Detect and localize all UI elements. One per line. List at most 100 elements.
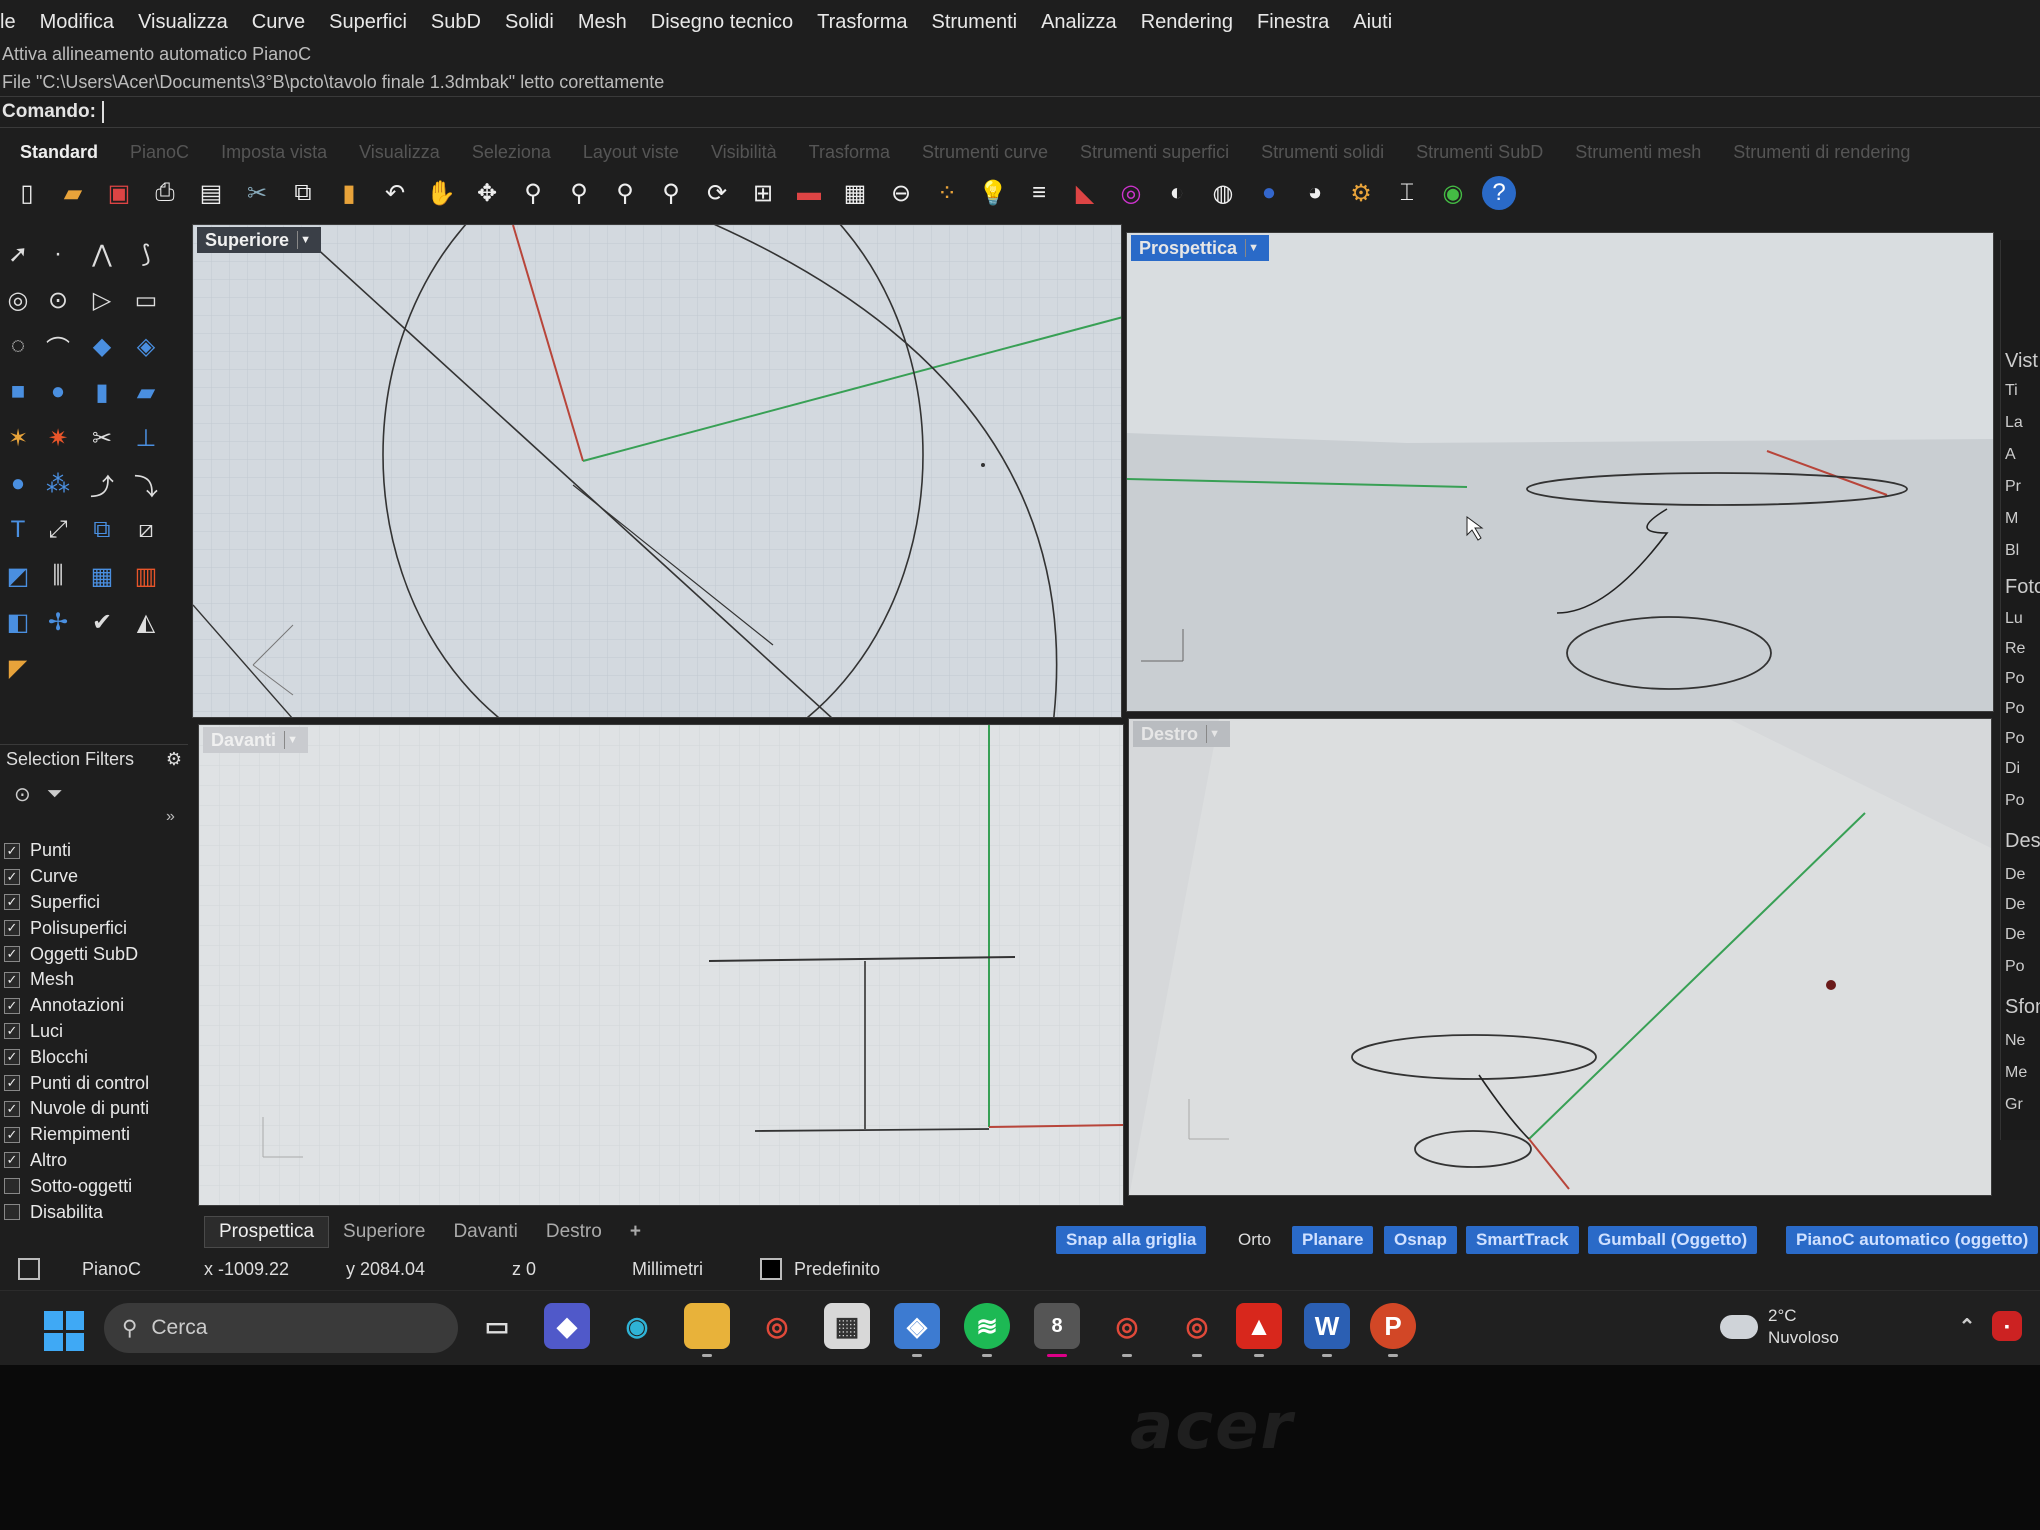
filter-item[interactable]: Sotto-oggetti	[4, 1173, 188, 1199]
tab-strumenti-rendering[interactable]: Strumenti di rendering	[1733, 142, 1910, 163]
save-icon[interactable]: ▣	[102, 176, 136, 210]
tray-app-icon[interactable]: ▪	[1992, 1311, 2022, 1341]
checkbox[interactable]: ✓	[4, 1152, 20, 1169]
print-icon[interactable]: ⎙	[148, 176, 182, 210]
checkbox[interactable]	[4, 1204, 20, 1221]
tab-prospettica[interactable]: Prospettica	[204, 1216, 330, 1248]
weather-widget[interactable]: 2°C Nuvoloso	[1720, 1305, 1839, 1349]
tab-layout-viste[interactable]: Layout viste	[583, 142, 679, 163]
tab-superiore[interactable]: Superiore	[329, 1216, 439, 1248]
car-icon[interactable]: ▬	[792, 176, 826, 210]
color-wheel-icon[interactable]: ◎	[1114, 176, 1148, 210]
menu-modifica[interactable]: Modifica	[40, 11, 114, 34]
filter-icon[interactable]: ⏷	[47, 783, 63, 806]
filter-item[interactable]: ✓ Superfici	[4, 890, 188, 916]
cut-icon[interactable]: ✂	[240, 176, 274, 210]
menu-analizza[interactable]: Analizza	[1041, 11, 1117, 34]
target-icon[interactable]: ⊙	[14, 782, 31, 807]
rotate-camera-icon[interactable]: ⟳	[700, 176, 734, 210]
four-viewports-icon[interactable]: ⊞	[746, 176, 780, 210]
menu-rendering[interactable]: Rendering	[1141, 11, 1233, 34]
plugin-icon[interactable]: ◉	[1436, 176, 1470, 210]
mesh-sphere-icon[interactable]: ◍	[1206, 176, 1240, 210]
chevron-up-icon[interactable]: ⌃	[1944, 1303, 1990, 1349]
chevron-down-icon[interactable]: ▼	[297, 231, 313, 249]
checkbox[interactable]: ✓	[4, 946, 20, 963]
new-icon[interactable]: ▯	[10, 176, 44, 210]
filter-item[interactable]: ✓ Punti	[4, 838, 188, 864]
open-icon[interactable]: ▰	[56, 176, 90, 210]
checkbox[interactable]: ✓	[4, 842, 20, 859]
store-icon[interactable]: ▦	[824, 1303, 870, 1349]
select-arrow-icon[interactable]: ➚	[0, 236, 36, 272]
filter-item[interactable]: ✓ Oggetti SubD	[4, 941, 188, 967]
zoom-icon[interactable]: ⚲	[516, 176, 550, 210]
split-icon[interactable]: ⊥	[128, 420, 164, 456]
filter-item[interactable]: ✓ Luci	[4, 1019, 188, 1045]
chevron-down-icon[interactable]: ▼	[284, 731, 300, 749]
dimension-icon[interactable]: ⌶	[1390, 176, 1424, 210]
layer-icon[interactable]: ≡	[1022, 176, 1056, 210]
chevron-down-icon[interactable]: ▼	[1245, 239, 1261, 257]
spotify-icon[interactable]: ≋	[964, 1303, 1010, 1357]
viewport-top-title[interactable]: Superiore ▼	[197, 227, 322, 253]
text-icon[interactable]: T	[0, 512, 36, 548]
add-tab-button[interactable]: +	[616, 1216, 655, 1248]
zoom-extents-icon[interactable]: ⚲	[608, 176, 642, 210]
light-icon[interactable]: 💡	[976, 176, 1010, 210]
chrome-profile-icon[interactable]: ◎	[1174, 1303, 1220, 1357]
cylinder-icon[interactable]: ▮	[84, 374, 120, 410]
menu-superfici[interactable]: Superfici	[329, 11, 407, 34]
viewport-right-title[interactable]: Destro ▼	[1133, 721, 1231, 747]
checkbox[interactable]: ✓	[4, 920, 20, 937]
filter-item[interactable]: ✓ Blocchi	[4, 1044, 188, 1070]
chevron-down-icon[interactable]: ▼	[1206, 725, 1222, 743]
checkbox[interactable]: ✓	[4, 1049, 20, 1066]
viewport-perspective[interactable]: Prospettica ▼	[1126, 232, 1994, 712]
command-line[interactable]: Comando:	[0, 96, 2040, 128]
layer-swatch[interactable]	[760, 1258, 782, 1280]
lock-icon[interactable]	[18, 1258, 40, 1280]
check-icon[interactable]: ✔	[84, 604, 120, 640]
teams-icon[interactable]: ◆	[544, 1303, 590, 1349]
explode-icon[interactable]: ✶	[0, 420, 36, 456]
menu-trasforma[interactable]: Trasforma	[817, 11, 907, 34]
tab-seleziona[interactable]: Seleziona	[472, 142, 551, 163]
copy-icon[interactable]: ⧉	[286, 176, 320, 210]
viewport-right[interactable]: Destro ▼	[1128, 718, 1992, 1196]
checkbox[interactable]	[4, 1178, 20, 1195]
polygon-icon[interactable]: ▷	[84, 282, 120, 318]
acrobat-icon[interactable]: ▲	[1236, 1303, 1282, 1357]
tab-strumenti-solidi[interactable]: Strumenti solidi	[1261, 142, 1384, 163]
menu-solidi[interactable]: Solidi	[505, 11, 554, 34]
group-icon[interactable]: ⁂	[40, 466, 76, 502]
filter-item[interactable]: ✓ Polisuperfici	[4, 915, 188, 941]
tab-standard[interactable]: Standard	[20, 142, 98, 163]
filter-item[interactable]: ✓ Altro	[4, 1148, 188, 1174]
tab-trasforma[interactable]: Trasforma	[809, 142, 890, 163]
eraser-icon[interactable]: ◤	[0, 650, 36, 686]
blend-icon[interactable]: ⤵	[128, 466, 164, 502]
filter-item[interactable]: ✓ Curve	[4, 864, 188, 890]
tab-davanti[interactable]: Davanti	[439, 1216, 531, 1248]
app-icon[interactable]: ◈	[894, 1303, 940, 1357]
rotate-view-icon[interactable]: ✥	[470, 176, 504, 210]
menu-file[interactable]: le	[0, 11, 16, 34]
render-sphere-icon[interactable]: ●	[1252, 176, 1286, 210]
point-icon[interactable]: ·	[40, 236, 76, 272]
filter-item[interactable]: ✓ Nuvole di punti	[4, 1096, 188, 1122]
snap-tool-icon[interactable]: ✢	[40, 604, 76, 640]
help-icon[interactable]: ?	[1482, 176, 1516, 210]
mesh-tool-icon[interactable]: ▰	[128, 374, 164, 410]
powerpoint-icon[interactable]: P	[1370, 1303, 1416, 1357]
menu-strumenti[interactable]: Strumenti	[931, 11, 1017, 34]
render-tool-icon[interactable]: ◭	[128, 604, 164, 640]
checkbox[interactable]: ✓	[4, 1126, 20, 1143]
viewport-perspective-title[interactable]: Prospettica ▼	[1131, 235, 1270, 261]
chrome-icon[interactable]: ◎	[754, 1303, 800, 1349]
offset-icon[interactable]: ⤴	[84, 466, 120, 502]
block-icon[interactable]: ◩	[0, 558, 36, 594]
filter-item[interactable]: ✓ Punti di control	[4, 1070, 188, 1096]
viewport-top[interactable]: Superiore ▼	[192, 224, 1122, 718]
sphere-icon[interactable]: ◐	[1160, 176, 1194, 210]
